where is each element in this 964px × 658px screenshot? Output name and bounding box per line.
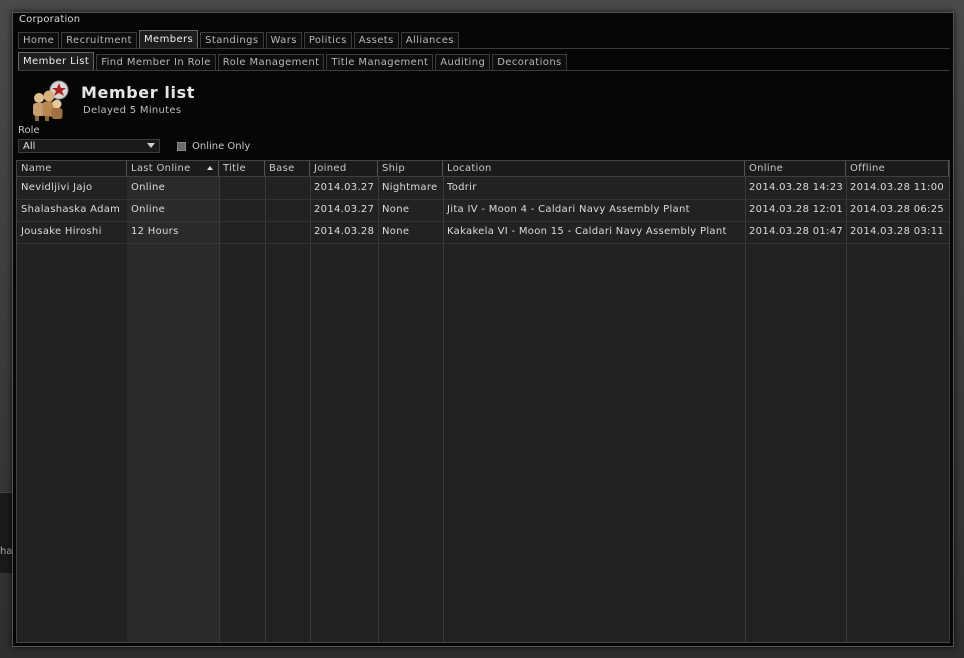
cell-offline: 2014.03.28 03:11	[850, 226, 945, 237]
column-header-ship[interactable]: Ship	[378, 161, 443, 176]
sub-tab-bar: Member List Find Member In Role Role Manag…	[18, 52, 567, 71]
cell-title	[219, 221, 265, 243]
background-panel-text: ha	[0, 546, 13, 557]
corporation-members-icon	[33, 80, 69, 121]
subtab-decorations[interactable]: Decorations	[492, 54, 567, 71]
cell-name: Jousake Hiroshi	[21, 226, 102, 237]
main-tab-divider	[18, 48, 950, 49]
column-header-title[interactable]: Title	[219, 161, 265, 176]
cell-online: 2014.03.28 01:47	[749, 226, 844, 237]
column-header-label: Online	[749, 163, 784, 174]
window-title: Corporation	[19, 14, 81, 25]
subtab-auditing[interactable]: Auditing	[435, 54, 491, 71]
cell-joined: 2014.03.28	[314, 226, 375, 237]
tab-wars[interactable]: Wars	[265, 32, 302, 49]
column-header-label: Ship	[382, 163, 406, 174]
column-header-label: Offline	[850, 163, 886, 174]
column-header-online[interactable]: Online	[745, 161, 846, 176]
tab-standings[interactable]: Standings	[200, 32, 264, 49]
column-header-label: Base	[269, 163, 295, 174]
role-dropdown[interactable]: All	[18, 139, 160, 153]
page-subtitle: Delayed 5 Minutes	[83, 105, 182, 116]
column-header-location[interactable]: Location	[443, 161, 745, 176]
cell-joined: 2014.03.27	[314, 182, 375, 193]
online-only-toggle[interactable]: Online Only	[177, 141, 250, 152]
tab-members[interactable]: Members	[139, 30, 199, 49]
cell-joined: 2014.03.27	[314, 204, 375, 215]
column-header-label: Name	[21, 163, 52, 174]
column-header-joined[interactable]: Joined	[310, 161, 378, 176]
cell-last-online: Online	[131, 182, 166, 193]
tab-politics[interactable]: Politics	[303, 32, 352, 49]
subtab-title-management[interactable]: Title Management	[326, 54, 434, 71]
column-header-label: Location	[447, 163, 492, 174]
sub-tab-divider	[18, 70, 950, 71]
column-header-name[interactable]: Name	[17, 161, 127, 176]
cell-base	[265, 221, 310, 243]
column-header-base[interactable]: Base	[265, 161, 310, 176]
role-dropdown-value: All	[23, 141, 36, 152]
cell-location: Todrir	[447, 182, 477, 193]
page-title: Member list	[81, 83, 195, 102]
subtab-find-member-in-role[interactable]: Find Member In Role	[96, 54, 216, 71]
online-only-checkbox[interactable]	[177, 142, 186, 151]
column-header-label: Joined	[314, 163, 347, 174]
cell-base	[265, 199, 310, 221]
tab-alliances[interactable]: Alliances	[400, 32, 459, 49]
table-header: Name Last Online Title Base Joined Ship Locati…	[17, 161, 949, 177]
cell-online: 2014.03.28 14:23	[749, 182, 844, 193]
subtab-member-list[interactable]: Member List	[18, 52, 95, 71]
corporation-window[interactable]: Corporation Home Recruitment Members Standi…	[12, 12, 954, 647]
online-only-label: Online Only	[192, 141, 251, 152]
column-header-offline[interactable]: Offline	[846, 161, 949, 176]
subtab-role-management[interactable]: Role Management	[217, 54, 325, 71]
cell-offline: 2014.03.28 06:25	[850, 204, 945, 215]
cell-name: Nevidljivi Jajo	[21, 182, 93, 193]
member-table[interactable]: Name Last Online Title Base Joined Ship Locati…	[16, 160, 950, 643]
sort-ascending-icon	[207, 166, 213, 170]
cell-name: Shalashaska Adam	[21, 204, 121, 215]
cell-location: Kakakela VI - Moon 15 - Caldari Navy Ass…	[447, 226, 727, 237]
cell-online: 2014.03.28 12:01	[749, 204, 844, 215]
chevron-down-icon	[147, 143, 155, 148]
table-row[interactable]: Shalashaska Adam Online 2014.03.27 None Jita…	[17, 199, 949, 222]
column-header-label: Last Online	[131, 163, 191, 174]
cell-title	[219, 199, 265, 221]
tab-recruitment[interactable]: Recruitment	[61, 32, 137, 49]
table-row[interactable]: Jousake Hiroshi 12 Hours 2014.03.28 None Kak…	[17, 221, 949, 244]
cell-ship: None	[382, 226, 410, 237]
cell-location: Jita IV - Moon 4 - Caldari Navy Assembly…	[447, 204, 690, 215]
tab-home[interactable]: Home	[18, 32, 60, 49]
cell-last-online: 12 Hours	[131, 226, 179, 237]
cell-base	[265, 177, 310, 199]
cell-title	[219, 177, 265, 199]
cell-offline: 2014.03.28 11:00	[850, 182, 945, 193]
table-row[interactable]: Nevidljivi Jajo Online 2014.03.27 Nightmare…	[17, 177, 949, 200]
cell-ship: None	[382, 204, 410, 215]
cell-last-online: Online	[131, 204, 166, 215]
column-header-label: Title	[223, 163, 246, 174]
cell-ship: Nightmare	[382, 182, 438, 193]
main-tab-bar: Home Recruitment Members Standings Wars Polit…	[18, 30, 459, 49]
tab-assets[interactable]: Assets	[353, 32, 399, 49]
role-label: Role	[18, 125, 40, 136]
column-header-last-online[interactable]: Last Online	[127, 161, 219, 176]
